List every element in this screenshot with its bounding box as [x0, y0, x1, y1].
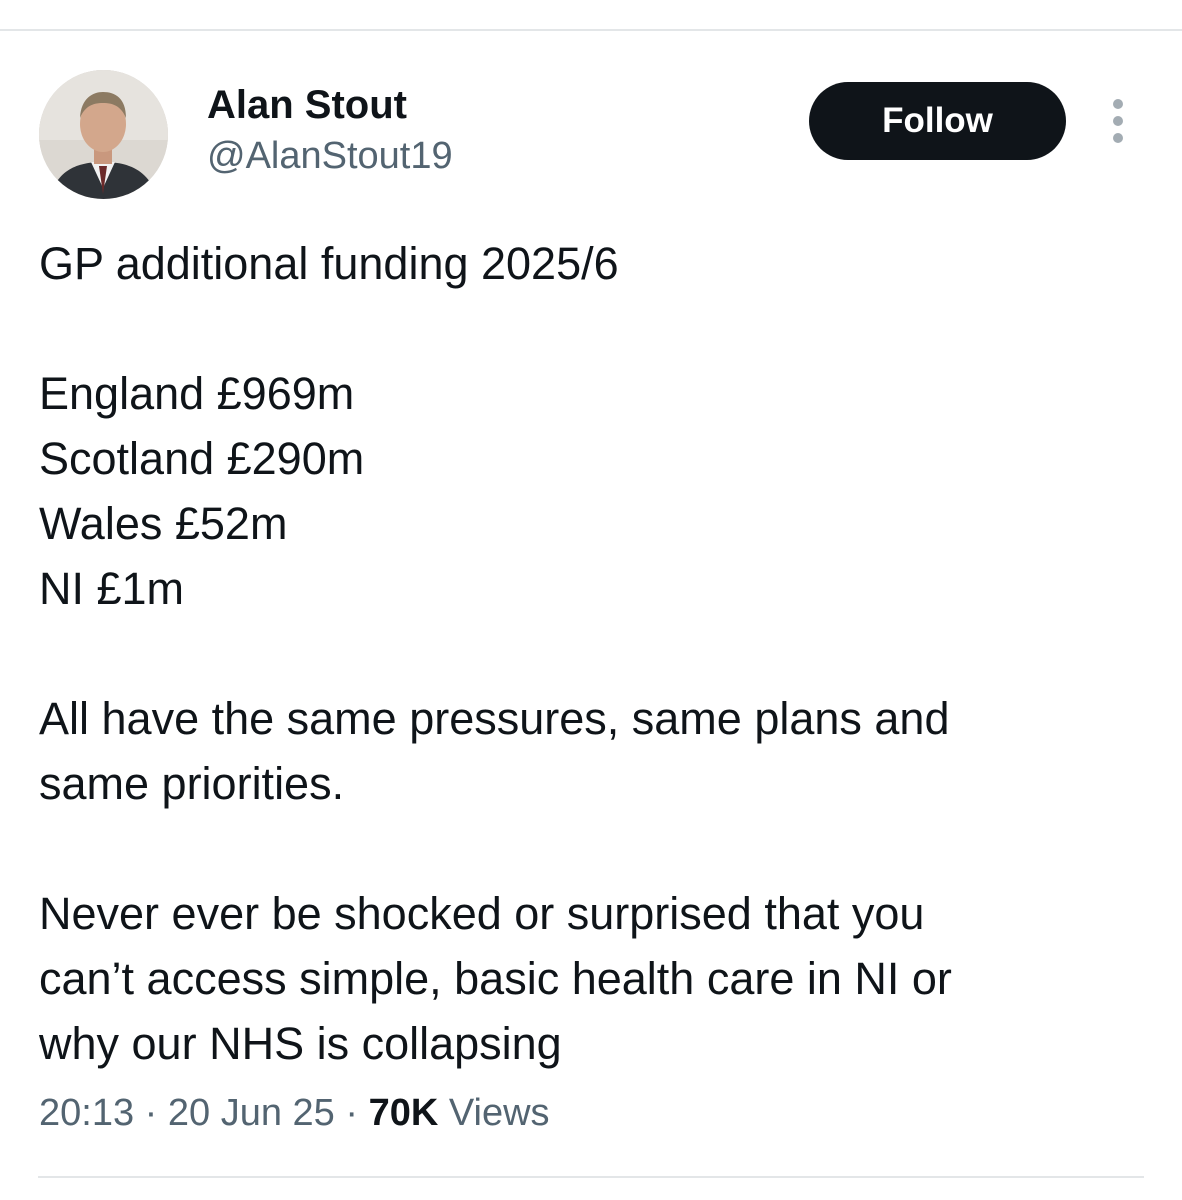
avatar[interactable]	[39, 70, 168, 199]
meta-separator: ·	[334, 1092, 369, 1134]
more-vertical-icon[interactable]	[1096, 94, 1140, 148]
tweet-line: NI £1m	[39, 563, 185, 614]
tweet-time[interactable]: 20:13	[39, 1092, 134, 1134]
tweet-date[interactable]: 20 Jun 25	[168, 1092, 335, 1134]
tweet-line: GP additional funding 2025/6	[39, 238, 619, 289]
user-handle[interactable]: @AlanStout19	[207, 134, 453, 178]
tweet-line: can’t access simple, basic health care i…	[39, 953, 952, 1004]
avatar-portrait-icon	[39, 70, 168, 199]
more-dot	[1113, 99, 1123, 109]
views-count: 70K	[368, 1092, 439, 1134]
tweet-line: Never ever be shocked or surprised that …	[39, 888, 925, 939]
views-label: Views	[448, 1092, 550, 1134]
tweet-line: same priorities.	[39, 758, 345, 809]
top-divider	[0, 29, 1182, 31]
display-name[interactable]: Alan Stout	[207, 82, 407, 128]
tweet-meta: 20:13 · 20 Jun 25 · 70K Views	[39, 1087, 550, 1139]
meta-separator: ·	[134, 1092, 168, 1134]
follow-button[interactable]: Follow	[809, 82, 1066, 160]
tweet-line: Wales £52m	[39, 498, 288, 549]
more-dot	[1113, 116, 1123, 126]
bottom-divider	[38, 1176, 1144, 1178]
tweet-line: All have the same pressures, same plans …	[39, 693, 950, 744]
tweet-line: why our NHS is collapsing	[39, 1018, 562, 1069]
tweet-line: England £969m	[39, 368, 355, 419]
more-dot	[1113, 133, 1123, 143]
tweet-line: Scotland £290m	[39, 433, 365, 484]
tweet-text: GP additional funding 2025/6 England £96…	[39, 231, 1139, 1076]
